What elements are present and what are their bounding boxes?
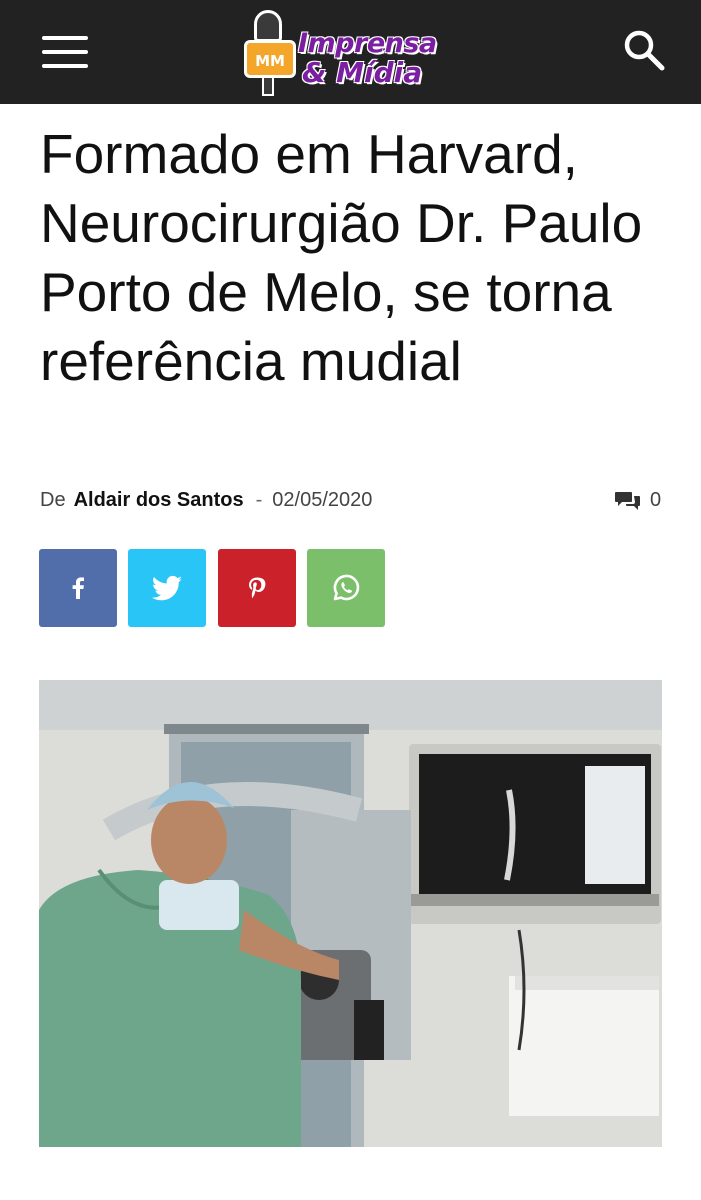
whatsapp-icon	[333, 574, 360, 601]
search-icon[interactable]	[622, 28, 666, 72]
meta-separator: -	[255, 489, 263, 511]
article-meta: De Aldair dos Santos -02/05/2020	[40, 486, 372, 514]
logo-badge: MM	[244, 40, 296, 78]
facebook-share-button[interactable]	[39, 549, 117, 627]
article-featured-image	[39, 680, 662, 1147]
pinterest-share-button[interactable]	[218, 549, 296, 627]
site-logo[interactable]: MM Imprensa & Mídia	[240, 8, 462, 98]
site-header: MM Imprensa & Mídia	[0, 0, 701, 104]
facebook-icon	[72, 577, 84, 599]
article-title: Formado em Harvard, Neurocirurgião Dr. P…	[40, 123, 643, 392]
microphone-icon	[254, 10, 282, 42]
comments-icon	[615, 492, 640, 510]
hamburger-menu-icon[interactable]	[40, 32, 92, 72]
whatsapp-share-button[interactable]	[307, 549, 385, 627]
author-link[interactable]: Aldair dos Santos	[74, 489, 244, 511]
microphone-stand-icon	[262, 76, 274, 96]
comment-count: 0	[650, 489, 662, 511]
twitter-share-button[interactable]	[128, 549, 206, 627]
twitter-icon	[151, 575, 183, 601]
pinterest-icon	[249, 577, 266, 599]
publish-date: 02/05/2020	[272, 489, 373, 511]
logo-text-line2: & Mídia	[302, 56, 423, 89]
logo-text-line1: Imprensa	[298, 28, 437, 59]
byline-prefix: De	[40, 489, 66, 511]
